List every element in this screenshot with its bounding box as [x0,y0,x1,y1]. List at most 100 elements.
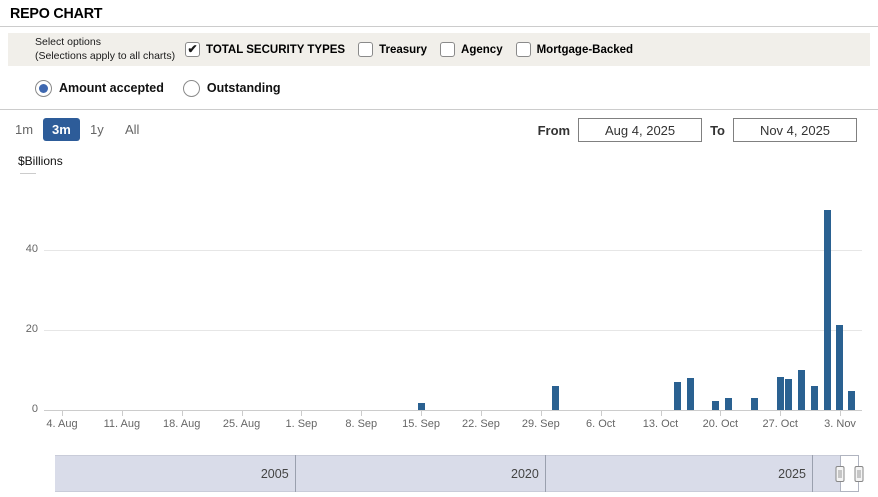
chart-bar[interactable] [836,325,843,410]
x-axis-tick [361,410,362,416]
x-axis-tick [780,410,781,416]
radio-outstanding[interactable]: Outstanding [183,80,281,97]
repo-chart-page: REPO CHART Select options (Selections ap… [0,0,878,497]
titlebar: REPO CHART [0,0,878,27]
checkbox-box[interactable]: ✔ [185,42,200,57]
select-options-label: Select options (Selections apply to all … [35,36,185,63]
x-axis-tick [62,410,63,416]
x-axis-tick [122,410,123,416]
to-date-input[interactable] [733,118,857,142]
to-label: To [710,123,725,138]
x-axis-tick [182,410,183,416]
checkbox-mortgage-backed[interactable]: Mortgage-Backed [516,42,634,57]
radio-label: Outstanding [207,81,281,95]
navigator-year-divider [812,455,813,492]
chart-bar[interactable] [785,379,792,410]
navigator-year-label: 2025 [746,467,806,481]
x-axis-label: 27. Oct [750,418,810,430]
x-axis-label: 15. Sep [391,418,451,430]
y-axis-title-underline [20,173,36,174]
navigator-year-divider [545,455,546,492]
checkbox-label: TOTAL SECURITY TYPES [206,44,345,56]
series-toggle-group: Amount accepted Outstanding [0,67,878,110]
navigator-handle-left[interactable] [836,466,845,482]
x-axis-tick [301,410,302,416]
navigator: 2005 2020 2025 [55,455,862,492]
from-date-input[interactable] [578,118,702,142]
navigator-handle-right[interactable] [854,466,863,482]
x-axis-label: 6. Oct [571,418,631,430]
radio-button[interactable] [183,80,200,97]
chart-bar[interactable] [712,401,719,410]
x-axis-label: 8. Sep [331,418,391,430]
checkbox-box[interactable] [516,42,531,57]
page-title: REPO CHART [10,5,102,22]
repo-chart: $Billions 4. Aug11. Aug18. Aug25. Aug1. … [0,150,878,450]
y-gridline [44,250,862,251]
radio-button[interactable] [35,80,52,97]
x-axis-label: 18. Aug [152,418,212,430]
chart-bar[interactable] [552,386,559,410]
range-button-3m[interactable]: 3m [43,118,80,141]
checkmark-icon: ✔ [187,43,197,55]
chart-bar[interactable] [674,382,681,410]
x-axis-tick [421,410,422,416]
chart-bar[interactable] [418,403,425,410]
checkbox-label: Agency [461,44,503,56]
range-selector-row: 1m 3m 1y All From To [0,110,878,150]
options-bar: Select options (Selections apply to all … [8,33,870,66]
checkbox-box[interactable] [358,42,373,57]
chart-bar[interactable] [687,378,694,410]
select-options-subtitle: (Selections apply to all charts) [35,50,185,64]
checkbox-agency[interactable]: Agency [440,42,503,57]
chart-bar[interactable] [798,370,805,410]
y-gridline [44,330,862,331]
x-axis-label: 13. Oct [631,418,691,430]
navigator-year-label: 2005 [229,467,289,481]
x-axis-label: 11. Aug [92,418,152,430]
y-axis-label: 40 [4,243,38,255]
radio-label: Amount accepted [59,81,164,95]
range-button-1y[interactable]: 1y [90,118,104,141]
x-axis-tick [242,410,243,416]
x-axis-tick [481,410,482,416]
navigator-year-divider [295,455,296,492]
date-range-controls: From To [538,118,857,142]
y-axis-label: 0 [4,403,38,415]
checkbox-label: Mortgage-Backed [537,44,634,56]
checkbox-treasury[interactable]: Treasury [358,42,427,57]
x-axis-label: 29. Sep [511,418,571,430]
radio-dot-icon [39,84,48,93]
x-axis-tick [601,410,602,416]
chart-bar[interactable] [848,391,855,410]
radio-amount-accepted[interactable]: Amount accepted [35,80,164,97]
x-axis-tick [720,410,721,416]
checkbox-label: Treasury [379,44,427,56]
chart-bar[interactable] [751,398,758,410]
x-axis-tick [661,410,662,416]
chart-bar[interactable] [725,398,732,410]
x-axis-tick [541,410,542,416]
navigator-mask[interactable] [55,455,840,492]
security-type-checkbox-group: ✔ TOTAL SECURITY TYPES Treasury Agency Mortg… [185,42,633,57]
chart-bar[interactable] [824,210,831,410]
x-axis-label: 22. Sep [451,418,511,430]
x-axis-label: 1. Sep [271,418,331,430]
range-button-1m[interactable]: 1m [15,118,33,141]
x-axis-label: 25. Aug [212,418,272,430]
chart-bar[interactable] [811,386,818,410]
navigator-year-label: 2020 [479,467,539,481]
select-options-title: Select options [35,36,185,50]
from-label: From [538,123,571,138]
checkbox-total-security-types[interactable]: ✔ TOTAL SECURITY TYPES [185,42,345,57]
x-axis-tick [840,410,841,416]
x-axis-label: 4. Aug [32,418,92,430]
x-axis-line [44,410,862,411]
y-axis-label: 20 [4,323,38,335]
x-axis-label: 20. Oct [690,418,750,430]
x-axis-label: 3. Nov [810,418,870,430]
range-button-all[interactable]: All [125,118,139,141]
plot-area: 4. Aug11. Aug18. Aug25. Aug1. Sep8. Sep1… [44,150,862,440]
chart-bar[interactable] [777,377,784,410]
checkbox-box[interactable] [440,42,455,57]
